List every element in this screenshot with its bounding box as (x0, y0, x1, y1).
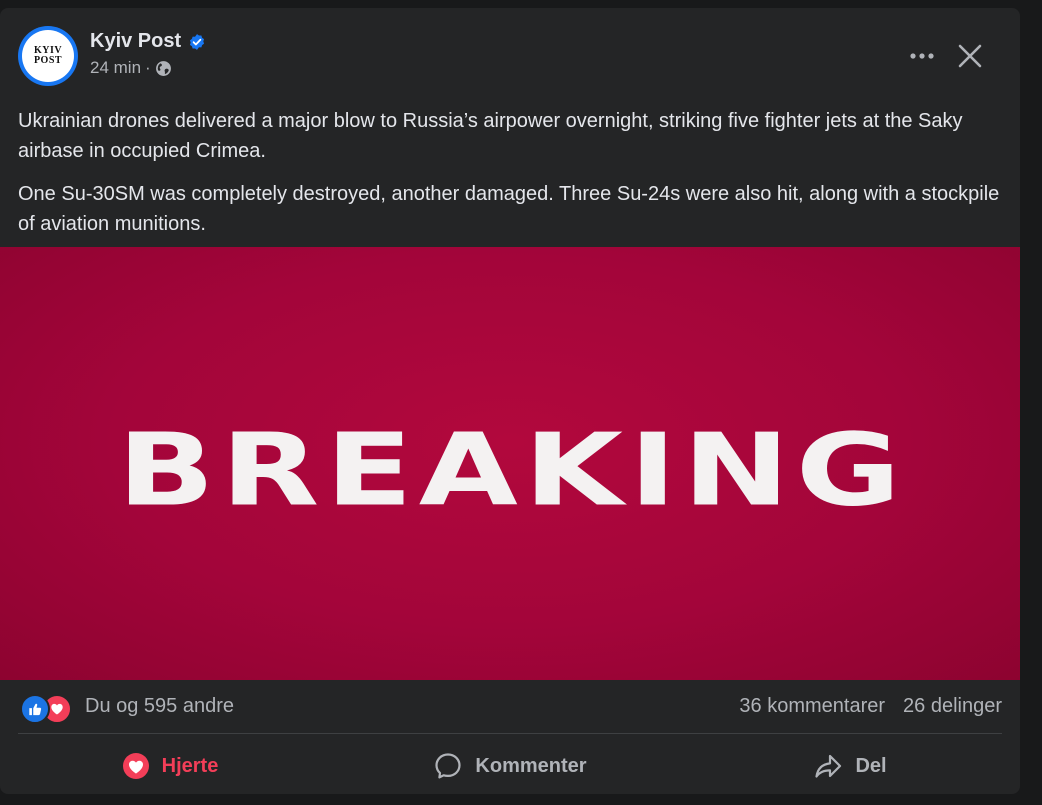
post-card: KYIV POST Kyiv Post 24 min · Ukrainian d… (0, 8, 1020, 794)
reaction-icons[interactable] (20, 694, 76, 724)
shares-count[interactable]: 26 delinger (903, 695, 1002, 718)
close-button[interactable] (950, 36, 990, 76)
love-button[interactable]: Hjerte (0, 741, 340, 791)
globe-icon (155, 60, 171, 76)
post-image[interactable]: BREAKING (0, 247, 1020, 680)
love-label: Hjerte (161, 754, 219, 777)
logo-line-2: POST (33, 55, 63, 66)
post-meta: 24 min · (90, 58, 172, 78)
post-text: Ukrainian drones delivered a major blow … (18, 106, 1008, 252)
post-header: KYIV POST Kyiv Post 24 min · (18, 26, 1008, 86)
page-avatar[interactable]: KYIV POST (18, 26, 78, 86)
ellipsis-icon (910, 53, 934, 59)
comment-label: Kommenter (475, 754, 587, 777)
reactions-count[interactable]: Du og 595 andre (85, 695, 234, 718)
stats-right: 36 kommentarer 26 delinger (739, 695, 1002, 718)
close-icon (958, 44, 982, 68)
breaking-banner-text: BREAKING (117, 412, 907, 529)
post-paragraph-1: Ukrainian drones delivered a major blow … (18, 110, 963, 162)
share-icon (815, 754, 842, 778)
comments-count[interactable]: 36 kommentarer (739, 695, 885, 718)
heart-icon (122, 753, 149, 779)
kyiv-post-logo: KYIV POST (22, 30, 74, 82)
share-button[interactable]: Del (680, 741, 1020, 791)
meta-separator: · (145, 58, 151, 77)
action-bar: Hjerte Kommenter Del (0, 741, 1020, 791)
actions-divider (18, 733, 1002, 734)
post-stats: Du og 595 andre 36 kommentarer 26 deling… (20, 692, 1002, 724)
comment-button[interactable]: Kommenter (340, 741, 680, 791)
page-name-row: Kyiv Post (90, 30, 206, 53)
post-time[interactable]: 24 min (90, 58, 141, 78)
post-paragraph-2: One Su-30SM was completely destroyed, an… (18, 183, 1000, 235)
like-icon (20, 694, 50, 724)
verified-badge-icon (190, 33, 205, 50)
comment-icon (435, 753, 462, 779)
page-name-link[interactable]: Kyiv Post (90, 30, 181, 53)
more-options-button[interactable] (906, 42, 938, 70)
share-label: Del (855, 754, 887, 777)
